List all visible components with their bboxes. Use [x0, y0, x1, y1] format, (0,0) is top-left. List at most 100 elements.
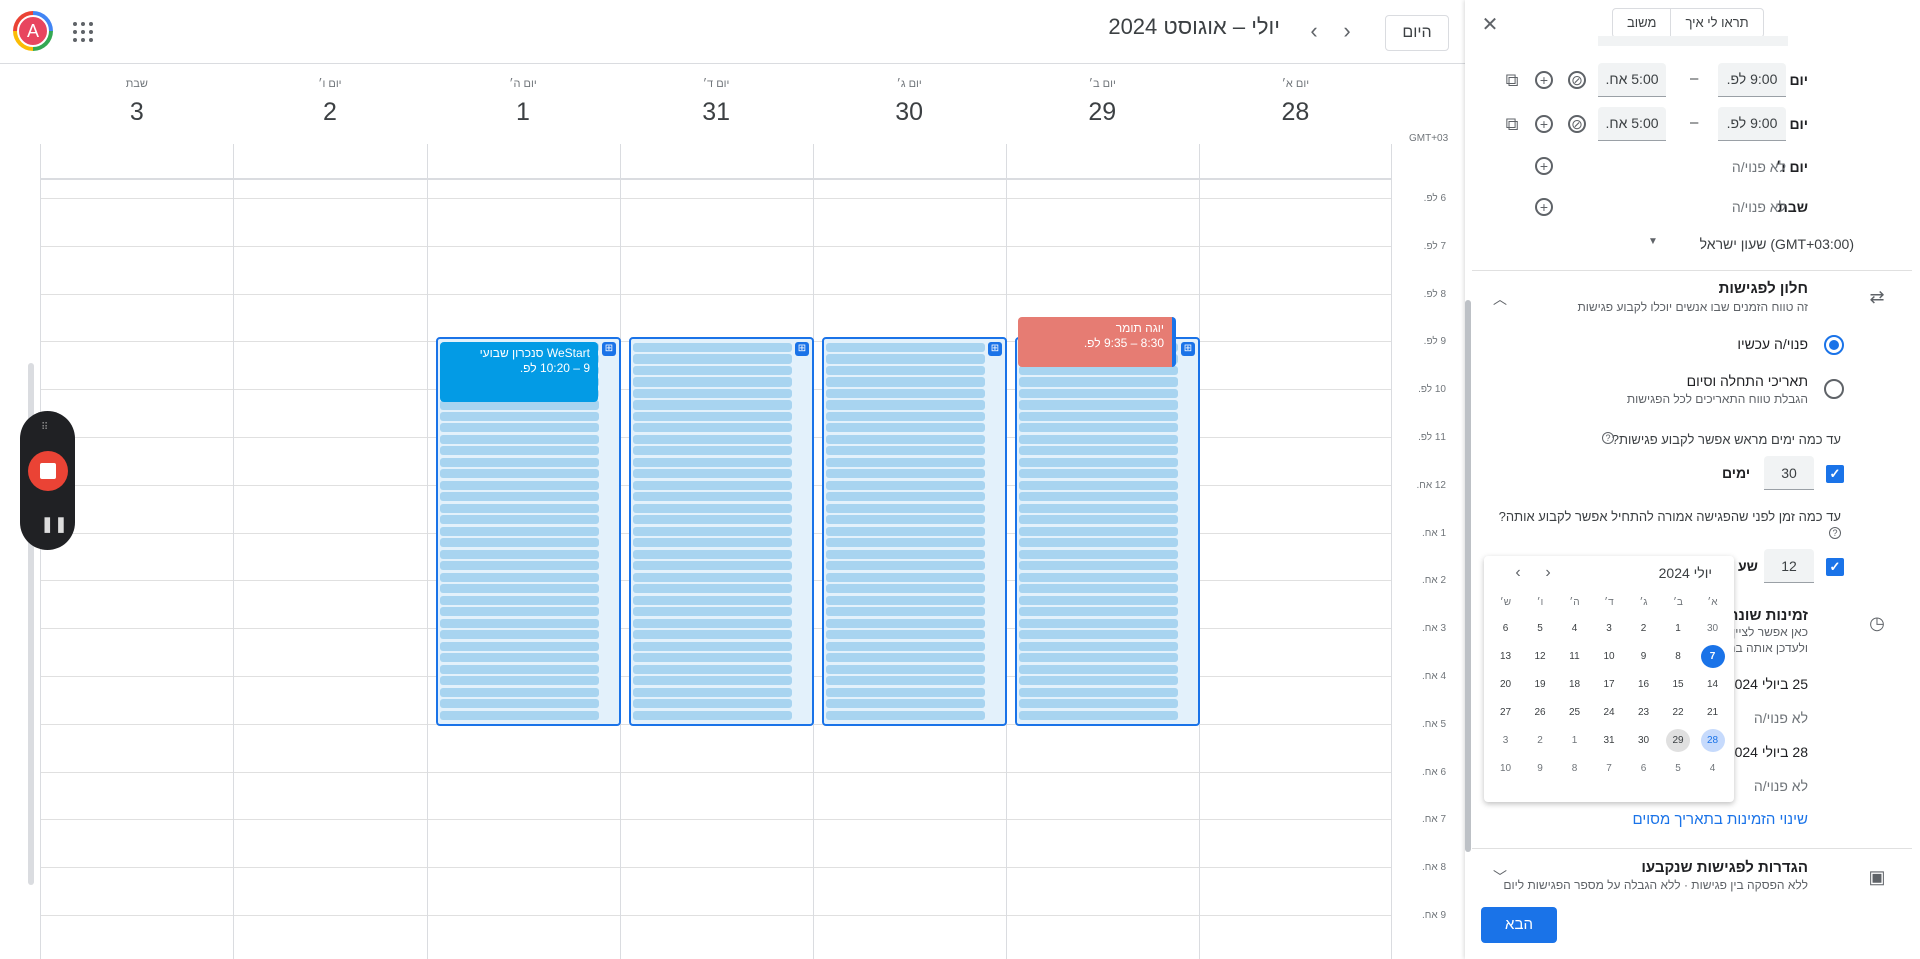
panel-scrollbar[interactable]: [1465, 300, 1471, 852]
bookable-slot[interactable]: [633, 377, 792, 387]
today-button[interactable]: היום: [1385, 15, 1449, 51]
bookable-slot[interactable]: [440, 630, 599, 640]
bookable-slot[interactable]: [440, 457, 599, 467]
bookable-slot[interactable]: [633, 549, 792, 559]
date-cell[interactable]: 19: [1528, 673, 1552, 696]
bookable-slot[interactable]: [633, 388, 792, 399]
bookable-slot[interactable]: [826, 343, 985, 353]
day-date[interactable]: 3: [40, 98, 233, 127]
bookable-slot[interactable]: [826, 400, 985, 410]
bookable-slot[interactable]: [1019, 515, 1178, 525]
bookable-slot[interactable]: [440, 423, 599, 433]
bookable-slot[interactable]: [440, 526, 599, 536]
bookable-slot[interactable]: [1019, 492, 1178, 502]
day-header[interactable]: יום ב׳ 29: [1006, 78, 1199, 127]
bookable-slot[interactable]: [633, 492, 792, 502]
bookable-slot[interactable]: [440, 641, 599, 651]
bookable-slot[interactable]: [1019, 630, 1178, 640]
availability-column[interactable]: ⊞: [629, 337, 814, 726]
next-button[interactable]: הבא: [1481, 907, 1557, 943]
date-cell[interactable]: 29: [1666, 729, 1690, 752]
date-cell[interactable]: 28: [1700, 729, 1725, 752]
add-icon[interactable]: +: [1533, 196, 1555, 218]
bookable-slot[interactable]: [826, 595, 985, 605]
date-cell[interactable]: 30: [1701, 617, 1725, 640]
bookable-slot[interactable]: [633, 503, 792, 513]
bookable-slot[interactable]: [826, 572, 985, 582]
date-cell[interactable]: 9: [1528, 757, 1552, 780]
bookable-slot[interactable]: [633, 653, 792, 663]
bookable-slot[interactable]: [633, 411, 792, 421]
copy-icon[interactable]: ⧉: [1501, 69, 1523, 91]
bookable-slot[interactable]: [440, 664, 599, 674]
bookable-slot[interactable]: [1019, 457, 1178, 467]
day-header[interactable]: יום א׳ 28: [1199, 78, 1392, 127]
date-cell[interactable]: 13: [1494, 645, 1518, 668]
timezone-select[interactable]: (GMT+03:00) שעון ישראל: [1644, 236, 1854, 252]
bookable-slot[interactable]: [633, 618, 792, 628]
copy-icon[interactable]: ⧉: [1501, 113, 1523, 135]
apps-grid-icon[interactable]: [70, 19, 96, 45]
add-icon[interactable]: +: [1533, 155, 1555, 177]
close-icon[interactable]: ✕: [1478, 13, 1502, 37]
expand-chevron-icon[interactable]: ﹀: [1489, 866, 1511, 888]
date-cell[interactable]: 6: [1632, 757, 1656, 780]
date-cell[interactable]: 2: [1528, 729, 1552, 752]
date-cell[interactable]: 1: [1666, 617, 1690, 640]
bookable-slot[interactable]: [633, 584, 792, 594]
start-time-field[interactable]: 9:00 לפ.: [1718, 63, 1786, 97]
bookable-slot[interactable]: [633, 607, 792, 617]
date-range-radio[interactable]: [1824, 379, 1844, 399]
date-cell[interactable]: 14: [1701, 673, 1725, 696]
bookable-slot[interactable]: [826, 630, 985, 640]
day-header[interactable]: יום ד׳ 31: [620, 78, 813, 127]
bookable-slot[interactable]: [1019, 607, 1178, 617]
bookable-slot[interactable]: [440, 572, 599, 582]
show-me-how-button[interactable]: תראו לי איך: [1670, 9, 1762, 37]
bookable-slot[interactable]: [633, 561, 792, 571]
start-time-field[interactable]: 9:00 לפ.: [1718, 107, 1786, 141]
date-cell[interactable]: 25: [1563, 701, 1587, 724]
end-time-field[interactable]: 5:00 אח.: [1598, 107, 1666, 141]
day-date[interactable]: 1: [427, 98, 620, 127]
date-cell[interactable]: 26: [1528, 701, 1552, 724]
bookable-slot[interactable]: [1019, 446, 1178, 456]
day-date[interactable]: 30: [813, 98, 1006, 127]
bookable-slot[interactable]: [826, 687, 985, 697]
bookable-slot[interactable]: [1019, 411, 1178, 421]
next-month-icon[interactable]: ›: [1540, 564, 1556, 582]
bookable-slot[interactable]: [633, 457, 792, 467]
bookable-slot[interactable]: [440, 538, 599, 548]
booking-page-icon[interactable]: ⊞: [795, 342, 809, 356]
bookable-slot[interactable]: [440, 618, 599, 628]
bookable-slot[interactable]: [1019, 480, 1178, 490]
date-cell[interactable]: 3: [1597, 617, 1621, 640]
bookable-slot[interactable]: [1019, 526, 1178, 536]
min-notice-input[interactable]: 12: [1764, 549, 1814, 583]
bookable-slot[interactable]: [633, 538, 792, 548]
bookable-slot[interactable]: [826, 457, 985, 467]
bookable-slot[interactable]: [826, 469, 985, 479]
bookable-slot[interactable]: [1019, 561, 1178, 571]
change-date-availability-link[interactable]: שינוי הזמינות בתאריך מסוים: [1632, 811, 1808, 828]
availability-column[interactable]: ⊞: [1015, 337, 1200, 726]
date-cell[interactable]: 20: [1494, 673, 1518, 696]
bookable-slot[interactable]: [1019, 653, 1178, 663]
bookable-slot[interactable]: [1019, 400, 1178, 410]
bookable-slot[interactable]: [826, 584, 985, 594]
stop-recording-button[interactable]: [28, 451, 68, 491]
bookable-slot[interactable]: [440, 480, 599, 490]
bookable-slot[interactable]: [1019, 388, 1178, 399]
bookable-slot[interactable]: [1019, 676, 1178, 686]
date-cell[interactable]: 17: [1597, 673, 1621, 696]
bookable-slot[interactable]: [826, 480, 985, 490]
bookable-slot[interactable]: [826, 549, 985, 559]
bookable-slot[interactable]: [826, 423, 985, 433]
bookable-slot[interactable]: [440, 469, 599, 479]
bookable-slot[interactable]: [440, 710, 599, 720]
bookable-slot[interactable]: [440, 676, 599, 686]
date-cell[interactable]: 15: [1666, 673, 1690, 696]
bookable-slot[interactable]: [633, 423, 792, 433]
booking-page-icon[interactable]: ⊞: [988, 342, 1002, 356]
bookable-slot[interactable]: [633, 595, 792, 605]
